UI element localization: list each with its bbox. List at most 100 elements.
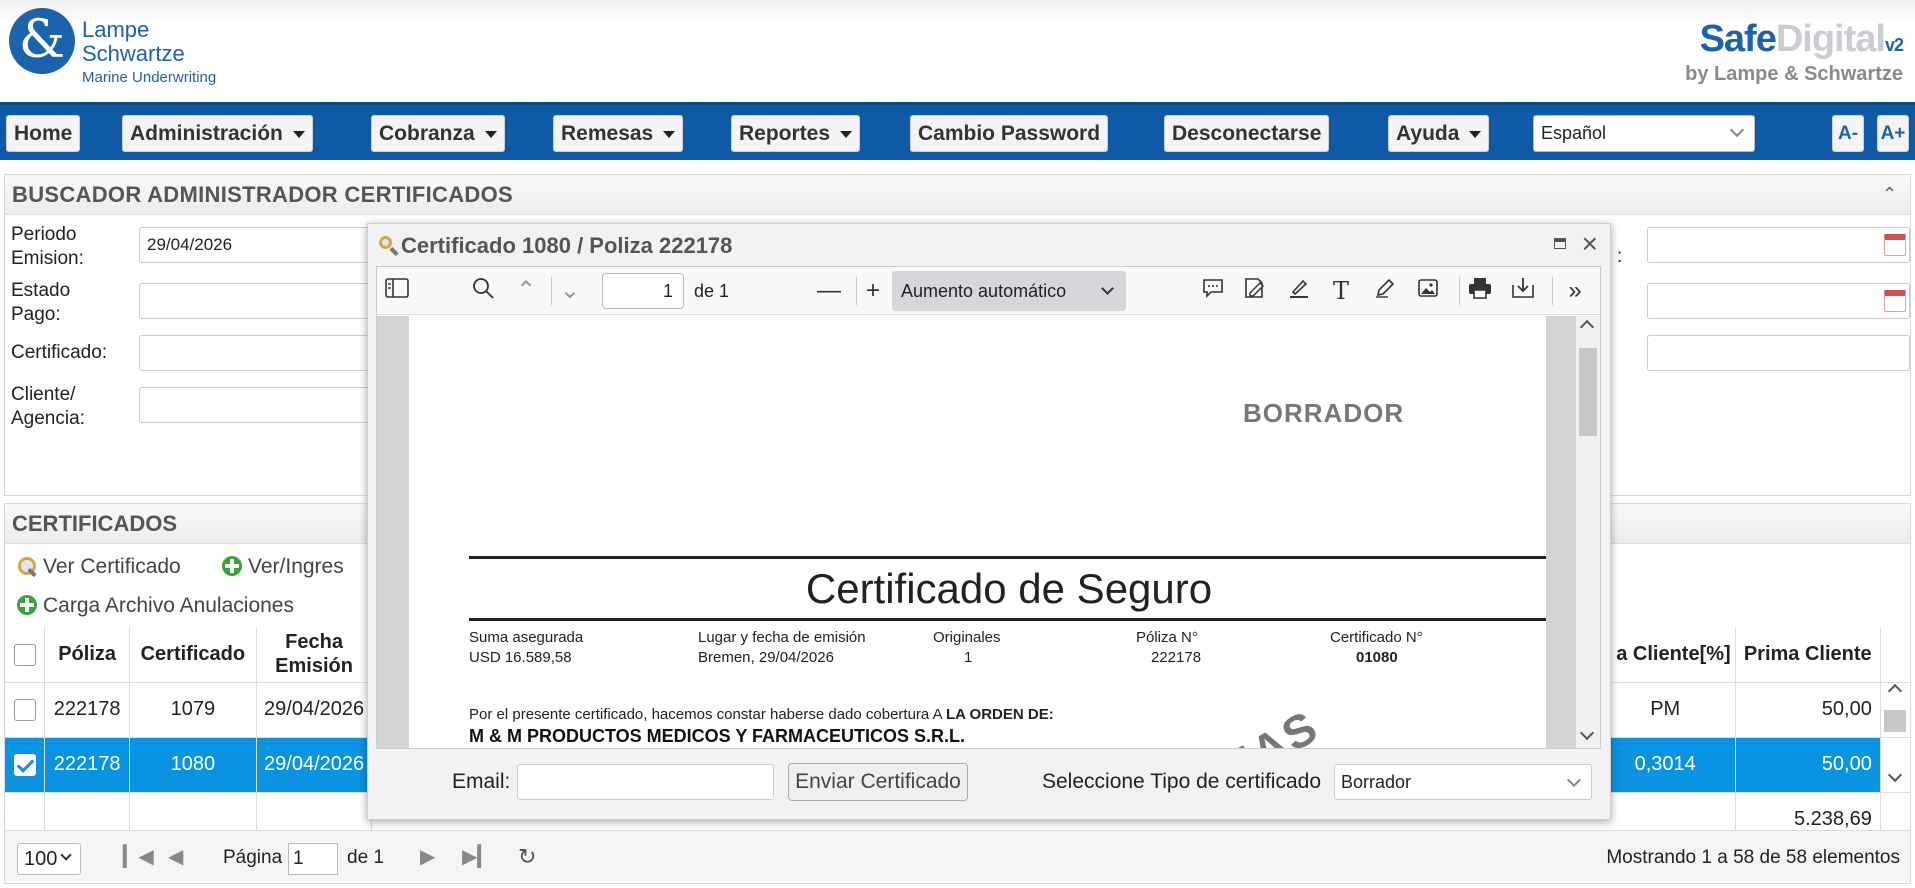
cliente-label-1: Cliente/ [11,384,76,405]
font-larger-button[interactable]: A+ [1877,115,1909,152]
nav-reportes-button[interactable]: Reportes [731,115,861,152]
text-tool-icon[interactable]: T [1327,277,1355,305]
company-logo-icon: & [9,8,75,74]
suma-label: Suma asegurada [469,629,584,646]
highlight-icon[interactable] [1285,277,1313,306]
nav-desconectarse-button[interactable]: Desconectarse [1164,115,1330,152]
more-tools-icon[interactable]: » [1561,277,1589,305]
language-value: Español [1541,123,1607,143]
scroll-thumb[interactable] [1884,710,1906,732]
refresh-icon[interactable]: ↻ [518,845,536,869]
por-text: Por el presente certificado, hacemos con… [469,706,1054,723]
zoom-value: Aumento automático [901,281,1067,301]
email-field[interactable] [517,764,774,800]
brand-version: v2 [1884,35,1904,55]
carga-archivo-button[interactable]: Carga Archivo Anulaciones [17,593,294,619]
cell-fecha: 29/04/2026 [256,737,373,793]
caret-down-icon [1469,130,1482,138]
nav-ayuda-button[interactable]: Ayuda [1388,115,1490,152]
col-fecha-emision[interactable]: Fecha Emisión [256,627,373,683]
brand-safe: Safe [1699,18,1777,60]
language-select[interactable]: Español [1533,115,1755,152]
brand-logo: SafeDigitalv2 by Lampe & Schwartze [1685,18,1904,86]
col-fecha-line1: Fecha [285,631,343,654]
col-tasa-cliente[interactable]: a Cliente[%] [1595,627,1736,683]
estado-pago-field[interactable] [139,283,389,319]
nav-administracion-button[interactable]: Administración [122,115,313,152]
comment-icon[interactable] [1199,277,1227,306]
page-number-input[interactable]: 1 [602,273,684,309]
ver-certificado-button[interactable]: Ver Certificado [17,554,181,580]
row-checkbox-checked[interactable] [13,753,36,776]
page-size-select[interactable]: 100 [17,843,81,875]
zoom-in-icon[interactable]: + [859,277,887,305]
page-size-value: 100 [24,848,58,870]
certificado-label: Certificado: [11,342,108,363]
last-page-icon[interactable]: ▶▎ [462,845,493,869]
chevron-down-icon [1101,282,1114,295]
periodo-label-1: Periodo [11,224,77,245]
ver-certificado-label: Ver Certificado [43,555,181,578]
toolbar-separator [1552,277,1553,305]
col-prima-cliente[interactable]: Prima Cliente [1735,627,1881,683]
page-input[interactable]: 1 [288,843,338,875]
nav-cobranza-button[interactable]: Cobranza [371,115,505,152]
select-all-checkbox[interactable] [13,643,36,666]
cell-tasa: PM [1595,682,1736,738]
caret-down-icon [840,130,853,138]
ver-ingresar-button[interactable]: Ver/Ingres [222,554,344,580]
first-page-icon[interactable]: ▎◀ [123,845,154,869]
pdf-page: BORRADOR Certificado de Seguro Suma aseg… [409,316,1546,748]
lugar-value: Bremen, 29/04/2026 [698,649,834,666]
estado-label-1: Estado [11,280,71,301]
send-certificate-button[interactable]: Enviar Certificado [788,763,968,801]
next-page-icon[interactable]: ▶ [420,845,435,869]
nav-ayuda-label: Ayuda [1396,122,1460,145]
scroll-down-icon[interactable] [1579,725,1595,741]
find-icon[interactable] [469,277,497,306]
download-icon[interactable] [1509,277,1537,306]
prev-page-icon[interactable]: ◀ [168,845,183,869]
col-certificado[interactable]: Certificado [129,627,257,683]
right-field-3[interactable] [1647,335,1910,371]
calendar-icon[interactable] [1884,234,1906,256]
font-smaller-button[interactable]: A- [1832,115,1864,152]
image-icon[interactable] [1414,277,1442,306]
pagination-bar: 100 ▎◀ ◀ Página 1 de 1 ▶ ▶▎ ↻ Mostrando … [5,830,1910,882]
poliza-value: 222178 [1151,649,1202,666]
date-to-field[interactable] [1647,227,1910,263]
nav-cambio-password-button[interactable]: Cambio Password [910,115,1109,152]
periodo-label: Periodo Emision: [11,223,84,271]
scroll-up-icon[interactable] [1579,319,1595,335]
periodo-emision-field[interactable]: 29/04/2026 [139,227,389,263]
zoom-out-icon[interactable]: — [815,277,843,305]
print-icon[interactable] [1466,277,1494,306]
caret-down-icon [663,130,676,138]
col-poliza[interactable]: Póliza [44,627,130,683]
next-page-icon[interactable]: ⌄ [556,277,584,305]
nav-remesas-button[interactable]: Remesas [553,115,684,152]
suma-value: USD 16.589,58 [469,649,572,666]
scroll-thumb[interactable] [1579,348,1597,436]
zoom-select[interactable]: Aumento automático [892,271,1126,311]
collapse-up-icon[interactable]: ⌃ [1882,185,1900,203]
date-field-2[interactable] [1647,283,1910,319]
close-icon[interactable]: × [1582,229,1598,259]
watermark-diagonal: IAS [1229,699,1328,748]
cliente-label: Cliente/Agencia: [11,383,85,431]
calendar-icon[interactable] [1884,290,1906,312]
pdf-scrollbar[interactable] [1576,316,1600,748]
cliente-agencia-field[interactable] [139,387,389,423]
certificado-field[interactable] [139,335,389,371]
previous-page-icon[interactable]: ⌃ [512,277,540,305]
sidebar-toggle-icon[interactable] [383,277,411,305]
tipo-certificado-select[interactable]: Borrador [1334,764,1592,800]
company-logo-text: Lampe Schwartze Marine Underwriting [82,18,216,90]
draw-icon[interactable] [1371,277,1399,306]
nav-home-button[interactable]: Home [6,115,81,152]
modal-title-text: Certificado 1080 / Poliza 222178 [401,233,733,258]
magnifier-icon [17,556,37,576]
row-checkbox[interactable] [13,698,36,721]
maximize-icon[interactable] [1554,238,1566,249]
sign-icon[interactable] [1242,277,1270,306]
